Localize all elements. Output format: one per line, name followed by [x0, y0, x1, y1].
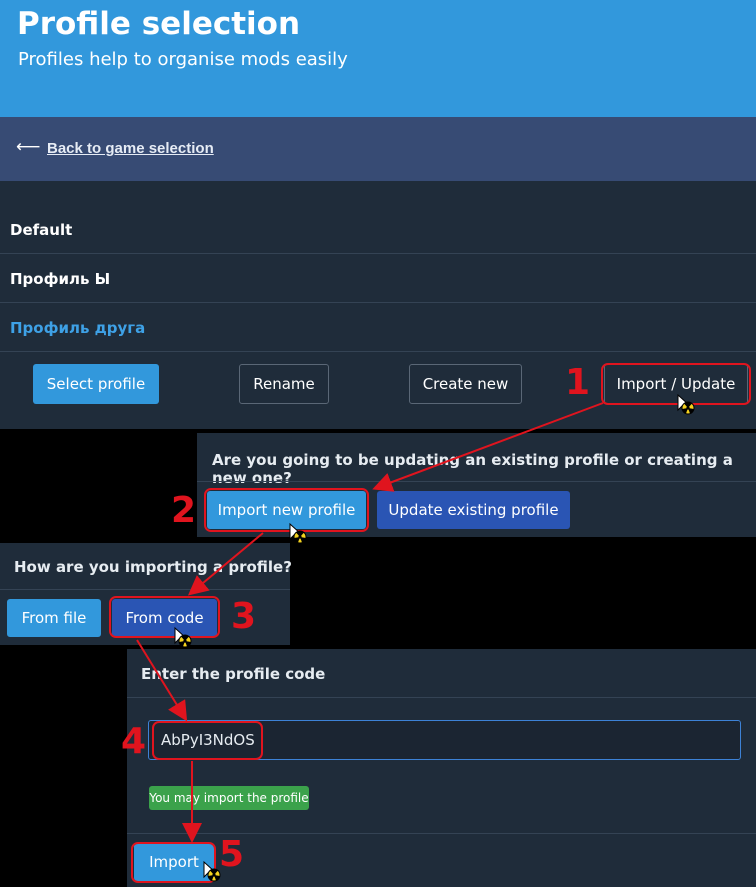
hero-header: Profile selection Profiles help to organ… [0, 0, 756, 117]
from-file-button[interactable]: From file [7, 599, 101, 637]
step-number: 1 [565, 362, 591, 403]
modal-divider [0, 589, 290, 590]
rename-button[interactable]: Rename [239, 364, 329, 404]
step-number: 4 [121, 721, 147, 762]
import-source-question: How are you importing a profile? [14, 558, 292, 576]
annotation-highlight [601, 363, 751, 405]
create-new-button[interactable]: Create new [409, 364, 522, 404]
step-number: 2 [171, 490, 197, 531]
update-existing-profile-button[interactable]: Update existing profile [377, 491, 570, 529]
status-badge: You may import the profile [149, 786, 309, 810]
profile-item-selected[interactable]: Профиль друга [0, 303, 756, 352]
page-title: Profile selection [17, 6, 301, 42]
profile-item-label: Default [10, 221, 73, 239]
page-subtitle: Profiles help to organise mods easily [18, 49, 348, 70]
annotation-highlight [152, 721, 263, 760]
annotation-highlight [109, 596, 220, 638]
step-number: 3 [231, 596, 257, 637]
modal-divider [197, 481, 756, 482]
annotation-highlight [131, 842, 216, 883]
profile-item-label: Профиль друга [10, 319, 146, 337]
back-arrow-icon[interactable]: ⟵ [16, 137, 40, 157]
profile-code-heading: Enter the profile code [141, 665, 326, 683]
back-to-game-selection-link[interactable]: Back to game selection [47, 140, 214, 157]
step-number: 5 [219, 834, 245, 875]
profile-item[interactable]: Default [0, 205, 756, 254]
profile-item-label: Профиль Ы [10, 270, 111, 288]
select-profile-button[interactable]: Select profile [33, 364, 159, 404]
profile-item[interactable]: Профиль Ы [0, 254, 756, 303]
modal-divider [127, 697, 756, 698]
annotation-highlight [204, 488, 369, 532]
